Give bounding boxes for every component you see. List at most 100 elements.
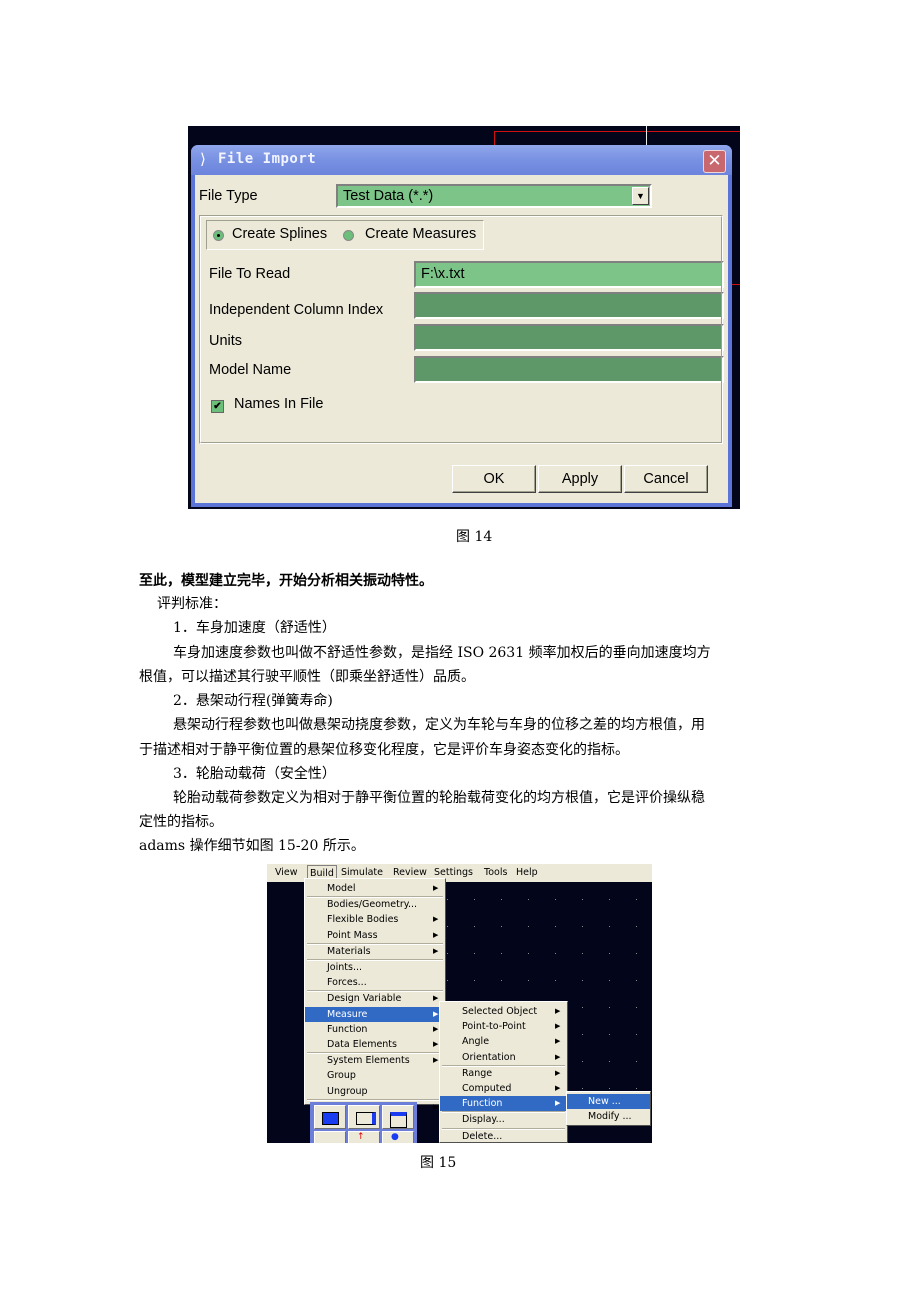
submenu-arrow-icon: ▶ [555, 1068, 561, 1077]
menu-item-label: Display... [462, 1114, 505, 1126]
axis-tool[interactable]: ↑ [348, 1131, 380, 1143]
figure-15-screenshot: View Build Simulate Review Settings Tool… [267, 864, 652, 1143]
item3-title: 3．轮胎动载荷（安全性） [173, 766, 336, 782]
independent-column-index-input[interactable] [414, 292, 724, 319]
grid-dot [609, 980, 610, 981]
file-type-select[interactable]: Test Data (*.*) ▼ [336, 184, 652, 208]
menu-item-modify[interactable]: Modify ... [567, 1109, 650, 1124]
menu-review[interactable]: Review [393, 867, 427, 878]
file-import-dialog: ⟩ File Import ✕ File Type Test Data (*.*… [191, 145, 732, 507]
menu-item-range[interactable]: Range ▶ [440, 1066, 567, 1081]
box-icon [322, 1112, 339, 1125]
create-splines-label: Create Splines [232, 226, 328, 242]
menu-item-computed[interactable]: Computed ▶ [440, 1081, 567, 1096]
grid-dot [609, 953, 610, 954]
menu-item-group[interactable]: Group [305, 1068, 445, 1083]
menu-item-new[interactable]: New ... [567, 1094, 650, 1109]
file-to-read-input[interactable]: F:\x.txt [414, 261, 724, 288]
menu-item-selected-object[interactable]: Selected Object ▶ [440, 1004, 567, 1019]
menu-item-label: Ungroup [327, 1085, 368, 1097]
file-type-value: Test Data (*.*) [343, 188, 434, 204]
grid-dot [555, 953, 556, 954]
grid-dot [609, 1007, 610, 1008]
menu-item-system-elements[interactable]: System Elements ▶ [305, 1053, 445, 1068]
grid-dot [555, 980, 556, 981]
menu-help[interactable]: Help [516, 867, 538, 878]
menu-item-label: Flexible Bodies [327, 914, 399, 926]
menu-item-design-variable[interactable]: Design Variable ▶ [305, 991, 445, 1006]
submenu-arrow-icon: ▶ [433, 946, 439, 955]
grid-dot [474, 926, 475, 927]
names-in-file-checkbox[interactable]: ✔ [211, 400, 224, 413]
item1-text-line2: 根值，可以描述其行驶平顺性（即乘坐舒适性）品质。 [139, 669, 475, 685]
units-input[interactable] [414, 324, 724, 351]
menu-item-joints[interactable]: Joints... [305, 960, 445, 975]
menu-item-ungroup[interactable]: Ungroup [305, 1084, 445, 1099]
create-mode-radio-group: Create Splines Create Measures [206, 220, 484, 250]
grid-dot [582, 1034, 583, 1035]
menu-item-orientation[interactable]: Orientation ▶ [440, 1050, 567, 1065]
canvas-line [494, 131, 495, 145]
grid-dot [609, 1088, 610, 1089]
grid-dot [582, 953, 583, 954]
menu-item-data-elements[interactable]: Data Elements ▶ [305, 1037, 445, 1052]
menu-item-point-to-point[interactable]: Point-to-Point ▶ [440, 1019, 567, 1034]
menu-item-angle[interactable]: Angle ▶ [440, 1034, 567, 1049]
close-button[interactable]: ✕ [703, 150, 726, 173]
grid-dot [447, 899, 448, 900]
menu-simulate[interactable]: Simulate [341, 867, 383, 878]
grid-dot [636, 953, 637, 954]
dialog-titlebar[interactable]: ⟩ File Import ✕ [191, 145, 732, 175]
chevron-down-icon[interactable]: ▼ [632, 187, 649, 205]
menu-item-display[interactable]: Display... [440, 1112, 567, 1127]
marker-tool[interactable]: ● [382, 1131, 414, 1143]
create-splines-radio[interactable] [213, 230, 224, 241]
axis-icon: ↑ [357, 1132, 365, 1142]
menu-item-flexible-bodies[interactable]: Flexible Bodies ▶ [305, 912, 445, 927]
submenu-arrow-icon: ▶ [433, 1024, 439, 1033]
menu-item-measure[interactable]: Measure ▶ [305, 1006, 445, 1022]
submenu-arrow-icon: ▶ [433, 1056, 439, 1065]
dialog-title: File Import [218, 151, 317, 167]
menu-item-label: Bodies/Geometry... [327, 899, 418, 911]
grid-dot [609, 1061, 610, 1062]
ok-button[interactable]: OK [452, 465, 536, 493]
menu-item-point-mass[interactable]: Point Mass ▶ [305, 928, 445, 943]
create-measures-radio[interactable] [343, 230, 354, 241]
menu-view[interactable]: View [275, 867, 298, 878]
menu-item-function[interactable]: Function ▶ [305, 1022, 445, 1037]
menu-item-model[interactable]: Model ▶ [305, 881, 445, 896]
apply-button[interactable]: Apply [538, 465, 622, 493]
menu-item-delete[interactable]: Delete... [440, 1129, 567, 1143]
box-top-tool[interactable] [382, 1105, 414, 1129]
grid-dot [528, 926, 529, 927]
submenu-arrow-icon: ▶ [555, 1052, 561, 1061]
grid-dot [636, 1007, 637, 1008]
menu-item-label: Measure [327, 1008, 368, 1020]
model-name-input[interactable] [414, 356, 724, 383]
file-to-read-value: F:\x.txt [421, 266, 465, 282]
menu-item-function[interactable]: Function ▶ [440, 1096, 567, 1112]
dialog-body: File Type Test Data (*.*) ▼ Create Splin… [195, 175, 728, 503]
menu-item-label: Group [327, 1070, 356, 1082]
cancel-button[interactable]: Cancel [624, 465, 708, 493]
grid-dot [636, 980, 637, 981]
grid-dot [636, 1088, 637, 1089]
menu-item-bodies-geometry[interactable]: Bodies/Geometry... [305, 897, 445, 912]
model-name-label: Model Name [209, 362, 292, 378]
menu-tools[interactable]: Tools [484, 867, 507, 878]
plane-tool[interactable] [314, 1131, 346, 1143]
menu-settings[interactable]: Settings [434, 867, 473, 878]
box-blue-tool[interactable] [314, 1105, 346, 1129]
grid-dot [609, 899, 610, 900]
submenu-arrow-icon: ▶ [433, 884, 439, 892]
menu-item-forces[interactable]: Forces... [305, 975, 445, 990]
grid-dot [582, 980, 583, 981]
create-measures-label: Create Measures [365, 226, 477, 242]
menu-item-label: Forces... [327, 977, 367, 989]
menu-item-label: Model [327, 883, 356, 894]
menu-item-label: Orientation [462, 1051, 516, 1063]
menu-item-materials[interactable]: Materials ▶ [305, 944, 445, 959]
toolbox: ↑ ● [310, 1102, 417, 1143]
box-side-tool[interactable] [348, 1105, 380, 1129]
